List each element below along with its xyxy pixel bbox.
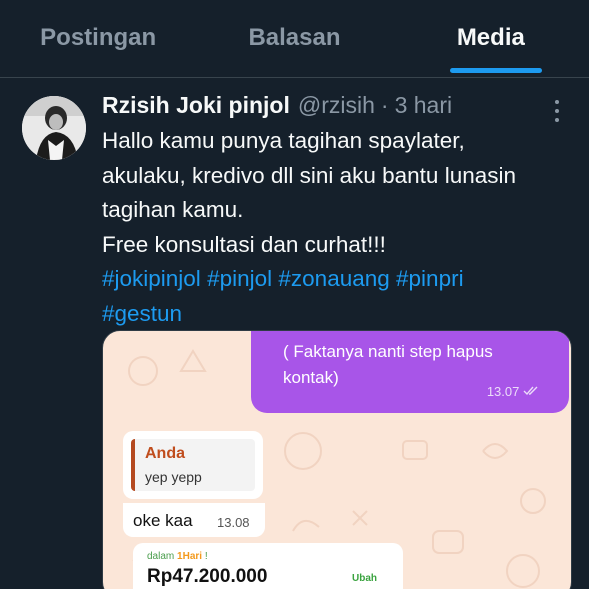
post-header: Rzisih Joki pinjol @rzisih · 3 hari: [102, 92, 452, 119]
reply-text: oke kaa: [133, 511, 193, 530]
hashtag-link[interactable]: #gestun: [102, 301, 182, 326]
tab-balasan[interactable]: Balasan: [196, 0, 392, 77]
post-text-line: Hallo kamu punya tagihan spaylater,: [102, 128, 465, 153]
outgoing-chat-bubble: ( Faktanya nanti step hapus kontak) 13.0…: [251, 331, 569, 413]
loan-amount-card: dalam 1Hari ! Rp47.200.000 Ubah: [133, 543, 403, 589]
profile-tabs: Postingan Balasan Media: [0, 0, 589, 78]
avatar[interactable]: [22, 96, 86, 160]
incoming-quote-bubble: Anda yep yepp: [123, 431, 263, 499]
tab-postingan[interactable]: Postingan: [0, 0, 196, 77]
avatar-photo-icon: [22, 96, 86, 160]
double-check-icon: [523, 386, 538, 396]
incoming-reply-bubble: oke kaa 13.08: [123, 503, 265, 537]
post-text: Hallo kamu punya tagihan spaylater, akul…: [102, 124, 582, 331]
quoted-message: Anda yep yepp: [131, 439, 255, 491]
post-text-line: akulaku, kredivo dll sini aku bantu luna…: [102, 162, 516, 188]
hashtags-line: #jokipinjol #pinjol #zonauang #pinpri: [102, 262, 582, 297]
active-tab-indicator: [450, 68, 542, 73]
post-text-line: tagihan kamu.: [102, 197, 244, 222]
outgoing-message-time: 13.07: [487, 379, 539, 405]
post-text-line: Free konsultasi dan curhat!!!: [102, 231, 386, 257]
more-vertical-icon[interactable]: [545, 98, 569, 124]
hashtags-line: #gestun: [102, 297, 582, 332]
hashtag-link[interactable]: #pinjol: [207, 266, 272, 291]
hashtag-link[interactable]: #jokipinjol: [102, 266, 201, 291]
outgoing-message-text: ( Faktanya nanti step hapus: [283, 342, 493, 361]
quote-text: yep yepp: [145, 469, 202, 485]
reply-time: 13.08: [217, 515, 250, 530]
quote-sender: Anda: [145, 445, 185, 462]
header-separator: ·: [380, 92, 389, 118]
author-handle[interactable]: @rzisih: [298, 92, 375, 119]
hashtag-link[interactable]: #pinpri: [396, 266, 464, 291]
hashtag-link[interactable]: #zonauang: [278, 266, 389, 291]
post-media-image[interactable]: ( Faktanya nanti step hapus kontak) 13.0…: [102, 330, 572, 589]
loan-edit-link: Ubah: [352, 573, 377, 584]
author-name[interactable]: Rzisih Joki pinjol: [102, 92, 290, 119]
loan-duration-text: dalam 1Hari !: [147, 551, 208, 562]
post-timestamp[interactable]: 3 hari: [395, 92, 453, 119]
tab-media[interactable]: Media: [393, 0, 589, 77]
